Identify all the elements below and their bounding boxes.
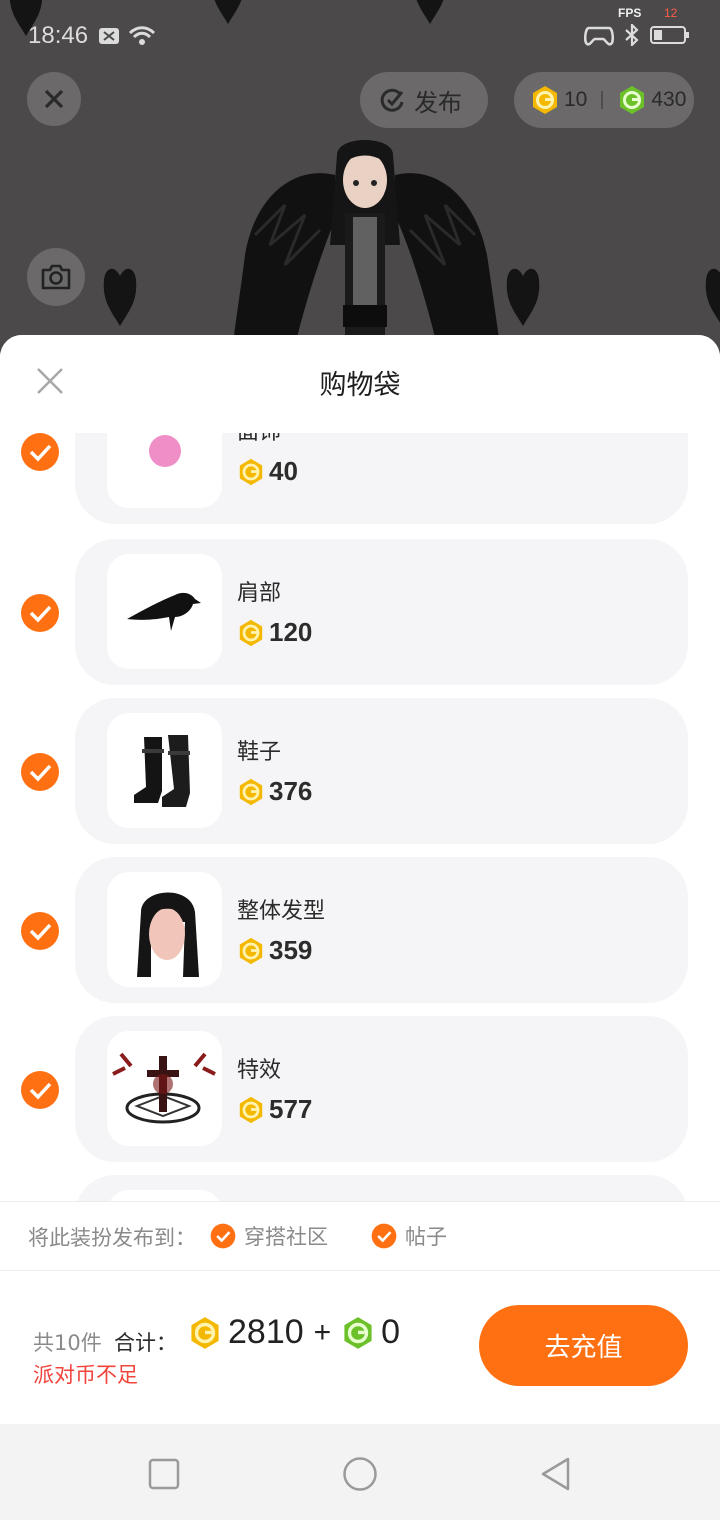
party-coin-value: 10 [564, 88, 588, 111]
avatar-figure[interactable] [225, 135, 505, 345]
publish-option-label: 帖子 [405, 1225, 447, 1249]
battery-icon [650, 26, 689, 44]
item-thumbnail [107, 433, 222, 508]
cart-item[interactable]: 面饰 40 [0, 433, 720, 524]
item-price: 120 [237, 617, 312, 648]
recents-button[interactable] [146, 1456, 182, 1492]
item-thumbnail [107, 554, 222, 669]
heart-decoration-icon [506, 268, 540, 326]
total-label: 合计： [114, 1331, 177, 1355]
checkbox-checked-icon [210, 1223, 236, 1249]
shopping-bag-sheet: 购物袋 面饰 40 肩部 120 [0, 335, 720, 1424]
boots-image [133, 734, 190, 807]
item-price: 40 [237, 456, 298, 487]
plus-sign: + [313, 1315, 332, 1349]
item-price-value: 40 [269, 456, 298, 486]
item-name: 特效 [237, 1058, 282, 1083]
publish-icon [380, 88, 404, 112]
item-count: 共10件 [33, 1331, 102, 1355]
heart-decoration-icon [103, 268, 137, 326]
item-name: 整体发型 [237, 899, 326, 924]
publish-label: 发布 [414, 88, 462, 117]
item-price-value: 359 [269, 935, 313, 965]
party-coin-icon [239, 937, 263, 964]
item-name: 鞋子 [237, 740, 282, 765]
insufficient-coins-warning: 派对币不足 [33, 1363, 138, 1387]
item-checkbox[interactable] [20, 433, 60, 472]
item-checkbox[interactable] [20, 752, 60, 792]
item-price-value: 120 [269, 617, 313, 647]
green-total: 0 [381, 1313, 401, 1351]
bluetooth-icon [625, 24, 639, 46]
sheet-header: 购物袋 [0, 335, 720, 433]
publish-option-post[interactable]: 帖子 [371, 1221, 447, 1251]
wifi-icon [128, 26, 156, 45]
publish-button[interactable]: 发布 [360, 72, 488, 128]
back-button[interactable] [538, 1456, 574, 1492]
publish-to-label: 将此装扮发布到： [28, 1226, 196, 1250]
fps-value: 12 [664, 6, 678, 20]
home-button[interactable] [342, 1456, 378, 1492]
total-amount: 2810 + 0 [188, 1313, 400, 1352]
item-thumbnail [107, 872, 222, 987]
party-coin-icon [239, 619, 263, 646]
coin-divider [601, 91, 604, 109]
item-price: 359 [237, 935, 312, 966]
item-name: 面饰 [237, 433, 281, 446]
cart-item[interactable]: 整体发型 359 [0, 857, 720, 1003]
coin-balance[interactable]: 10 430 [514, 72, 694, 128]
notification-icon [99, 28, 119, 44]
cart-item[interactable]: 鞋子 376 [0, 698, 720, 844]
green-coin-icon [344, 1316, 372, 1349]
gold-total: 2810 [228, 1313, 304, 1351]
camera-button[interactable] [27, 248, 85, 306]
item-thumbnail [107, 1031, 222, 1146]
face-decoration-image [148, 434, 181, 467]
checkbox-checked-icon [371, 1223, 397, 1249]
heart-decoration-icon [705, 268, 720, 323]
cart-item[interactable]: 肩部 120 [0, 539, 720, 685]
item-thumbnail [107, 1190, 222, 1201]
item-price: 376 [237, 776, 312, 807]
item-checkbox[interactable] [20, 1070, 60, 1110]
close-icon [44, 89, 64, 109]
camera-icon [41, 264, 71, 290]
cart-item[interactable]: 特效 577 [0, 1016, 720, 1162]
avatar-scene: 18:46 FPS 12 发布 10 430 [0, 0, 720, 360]
party-coin-icon [239, 1096, 263, 1123]
hairstyle-image [136, 892, 199, 977]
item-thumbnail [107, 713, 222, 828]
status-bar: 18:46 FPS 12 [0, 0, 720, 70]
recharge-button[interactable]: 去充值 [479, 1305, 688, 1386]
fps-label: FPS [618, 6, 642, 20]
gamepad-icon [584, 26, 614, 46]
party-coin-icon [191, 1316, 219, 1349]
party-coin-icon [239, 778, 263, 805]
green-coin-value: 430 [651, 88, 687, 111]
checkout-footer: 共10件 合计： 2810 + 0 派对币不足 去充值 [0, 1271, 720, 1424]
party-coin-icon [239, 458, 263, 485]
item-checkbox[interactable] [20, 911, 60, 951]
green-coin-icon [620, 86, 645, 114]
crow-shoulder-image [126, 592, 201, 631]
effect-image [112, 1052, 216, 1123]
publish-to-row: 将此装扮发布到： 穿搭社区 帖子 [0, 1201, 720, 1271]
close-scene-button[interactable] [27, 72, 81, 126]
item-price: 577 [237, 1094, 312, 1125]
publish-option-label: 穿搭社区 [244, 1225, 328, 1249]
cart-item[interactable] [0, 1175, 720, 1201]
item-price-value: 577 [269, 1094, 313, 1124]
sheet-title: 购物袋 [319, 370, 401, 401]
item-price-value: 376 [269, 776, 313, 806]
party-coin-icon [533, 86, 557, 114]
publish-option-community[interactable]: 穿搭社区 [210, 1221, 328, 1251]
system-nav-bar [0, 1424, 720, 1520]
item-name: 肩部 [237, 581, 282, 606]
status-time: 18:46 [28, 22, 89, 49]
item-checkbox[interactable] [20, 593, 60, 633]
cart-item-list[interactable]: 面饰 40 肩部 120 鞋子 [0, 433, 720, 1201]
